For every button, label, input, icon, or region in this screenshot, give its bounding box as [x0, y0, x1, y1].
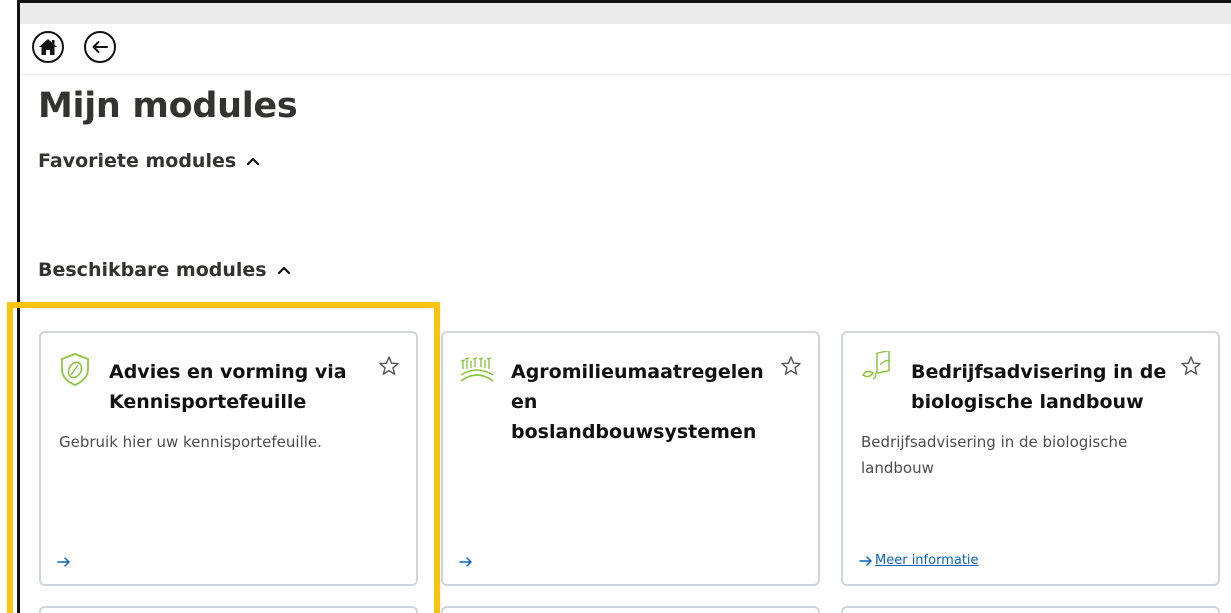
module-link[interactable]: Meer informatie: [859, 553, 979, 568]
app-frame: Mijn modules Favoriete modules Beschikba…: [0, 0, 1231, 613]
star-outline-icon[interactable]: [1180, 355, 1202, 377]
module-title: Bedrijfsadvisering in de biologische lan…: [911, 361, 1167, 413]
arrow-right-icon: [859, 555, 872, 566]
back-button[interactable]: [84, 31, 116, 63]
available-section-label: Beschikbare modules: [38, 259, 267, 281]
module-link[interactable]: [459, 556, 475, 568]
field-crops-icon: [460, 357, 494, 382]
home-button[interactable]: [32, 31, 64, 63]
home-icon: [39, 39, 57, 55]
arrow-left-icon: [92, 41, 108, 53]
module-card[interactable]: Bedrijfsadvisering in de biologische lan…: [841, 331, 1220, 586]
module-card-partial[interactable]: [441, 606, 820, 613]
module-card-partial[interactable]: [39, 606, 418, 613]
module-link-label: Meer informatie: [875, 553, 979, 568]
module-card-partial[interactable]: [841, 606, 1220, 613]
top-bar: [20, 3, 1231, 24]
module-description: Bedrijfsadvisering in de biologische lan…: [861, 433, 1128, 477]
available-section-toggle[interactable]: Beschikbare modules: [38, 259, 293, 281]
module-card[interactable]: Agromilieumaatregelen en boslandbouwsyst…: [441, 331, 820, 586]
nav-row: [20, 24, 1231, 75]
chevron-up-icon: [277, 266, 290, 275]
favorites-section-label: Favoriete modules: [38, 150, 237, 172]
arrow-right-icon: [459, 557, 472, 567]
star-outline-icon[interactable]: [780, 355, 802, 377]
favorites-section-toggle[interactable]: Favoriete modules: [38, 150, 262, 172]
module-title: Agromilieumaatregelen en boslandbouwsyst…: [511, 361, 764, 443]
chevron-up-icon: [247, 157, 260, 166]
highlight-frame: [7, 302, 440, 613]
seedling-book-icon: [861, 351, 891, 380]
page-title: Mijn modules: [38, 86, 298, 126]
